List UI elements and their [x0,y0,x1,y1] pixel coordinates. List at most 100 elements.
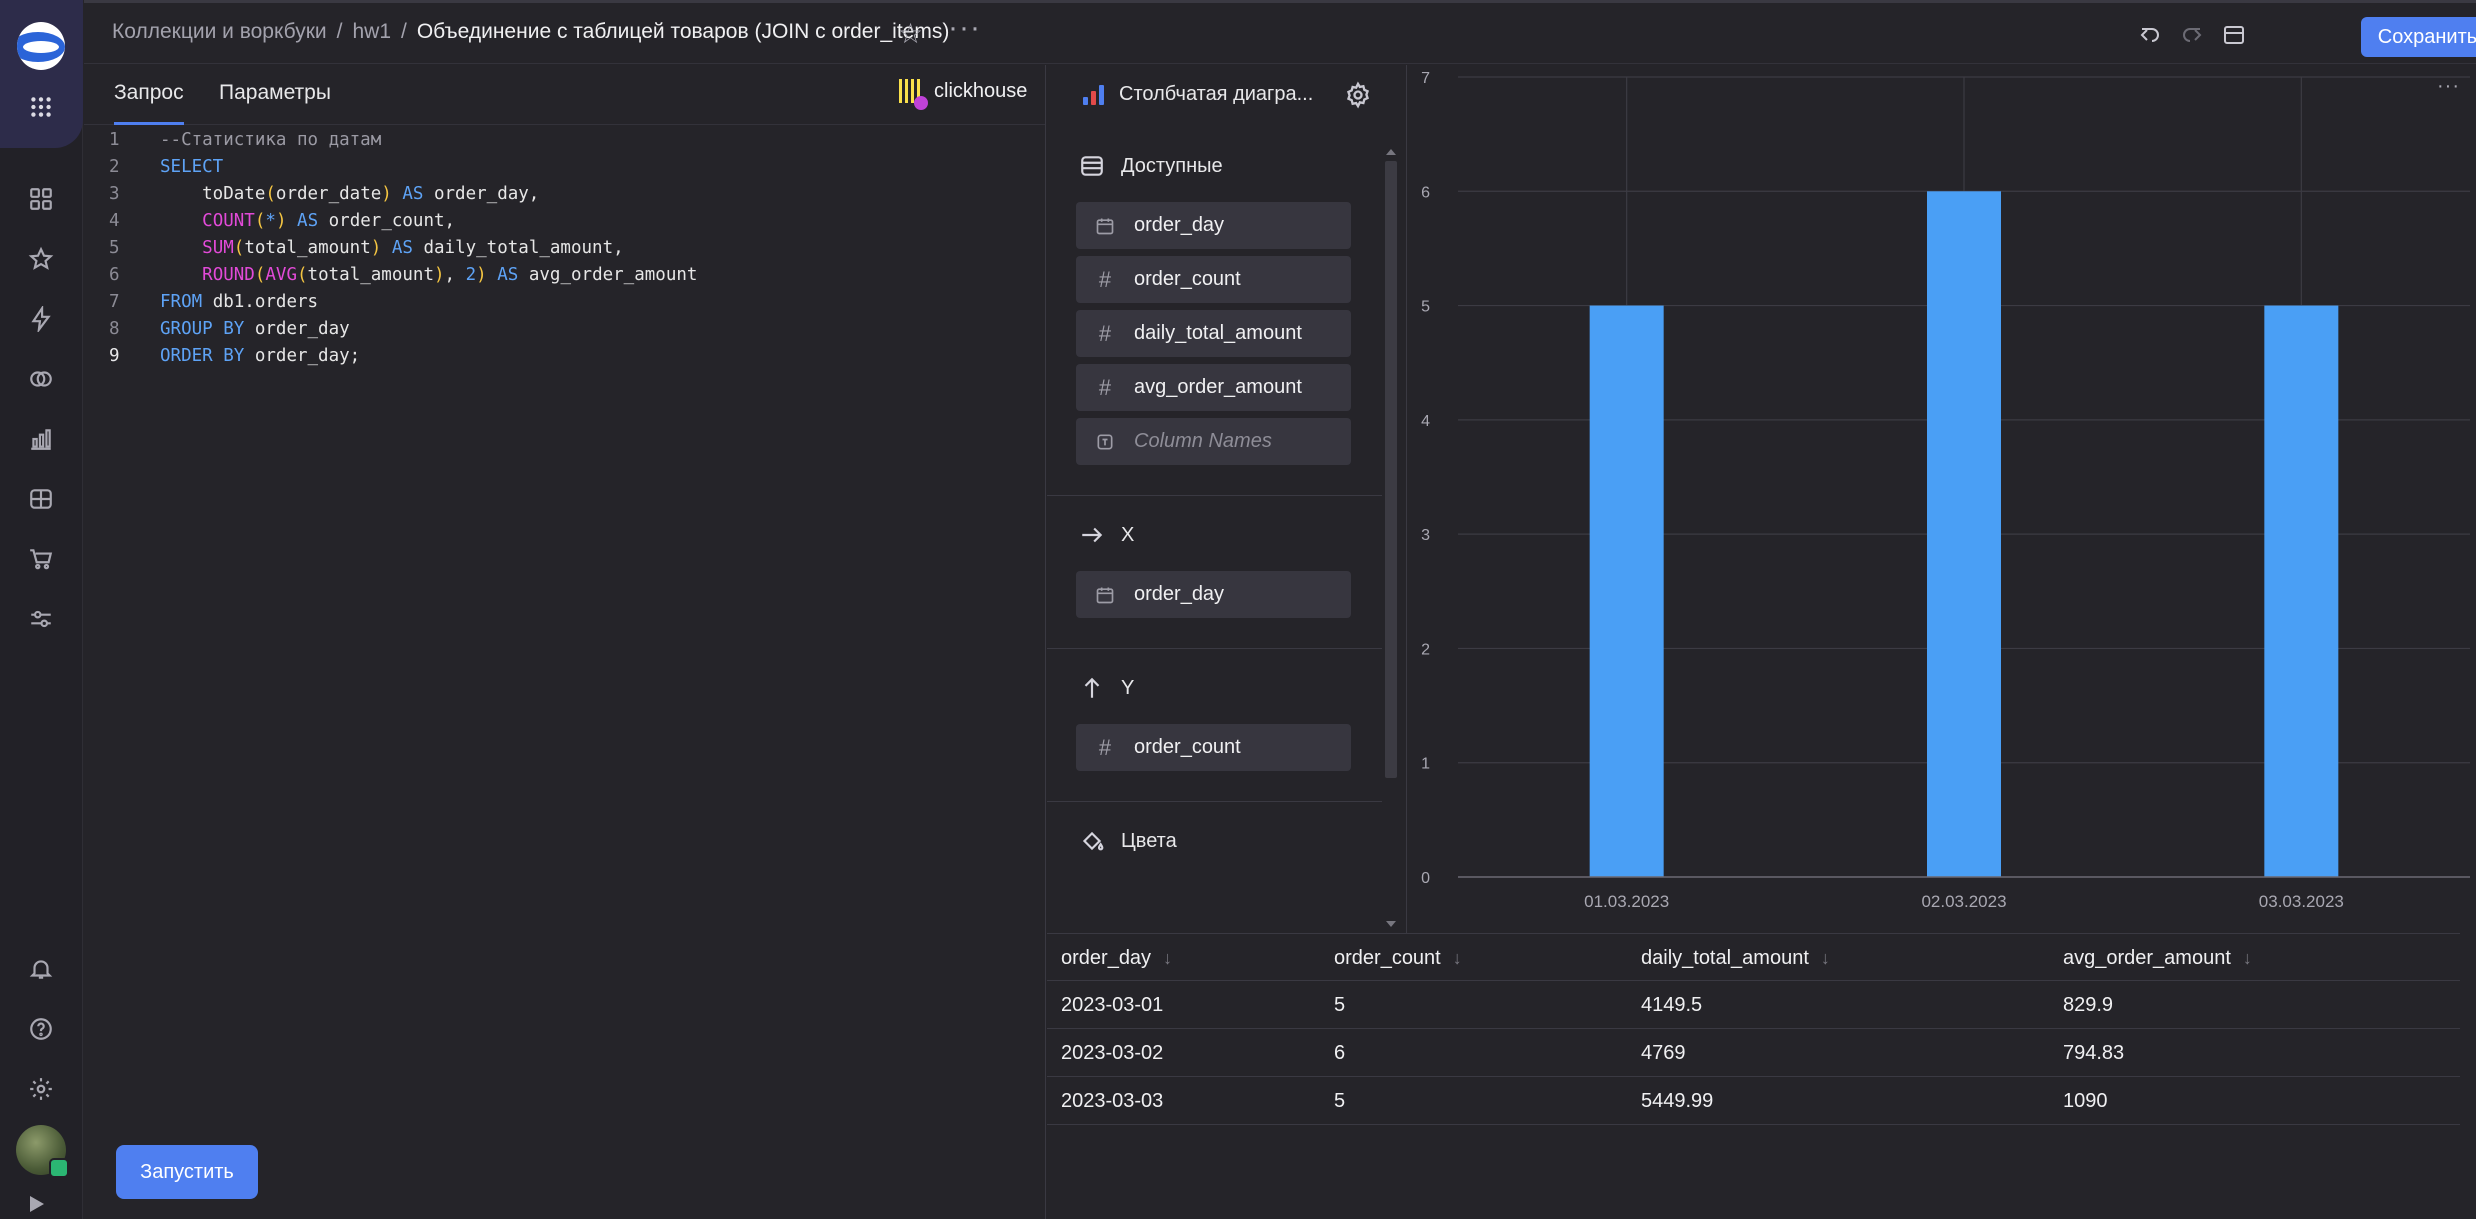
tab-query[interactable]: Запрос [114,81,184,125]
y-tick-label: 1 [1421,756,1430,773]
query-editor-panel: Запрос Параметры clickhouse 1 --Статистик… [84,65,1046,1219]
y-axis-section-title: Y [1079,675,1134,701]
breadcrumb-collections[interactable]: Коллекции и воркбуки [112,20,327,44]
charts-icon[interactable] [20,418,62,460]
chart-wizard-panel: Столбчатая диагра... Доступные order_day… [1047,65,1407,933]
section-divider [1047,495,1382,496]
table-row: 2023-03-03 5 5449.99 1090 [1047,1077,2460,1125]
tab-parameters[interactable]: Параметры [219,81,331,105]
apps-grid-icon[interactable] [20,86,62,128]
panel-toggle-icon[interactable] [2222,23,2246,47]
x-axis-field[interactable]: order_day [1076,571,1351,618]
field-daily-total-amount[interactable]: # daily_total_amount [1076,310,1351,357]
save-button[interactable]: Сохранить [2361,17,2476,57]
field-column-names[interactable]: Column Names [1076,418,1351,465]
y-tick-label: 4 [1421,413,1430,430]
collections-icon[interactable] [20,178,62,220]
connection-name[interactable]: clickhouse [934,80,1027,103]
redo-icon[interactable] [2180,23,2204,47]
section-divider [1047,648,1382,649]
colors-section-title[interactable]: Цвета [1079,828,1177,854]
page-title: Объединение с таблицей товаров (JOIN с o… [416,20,950,43]
hash-icon: # [1098,734,1112,760]
table-cell: 829.9 [2063,994,2114,1016]
database-icon [1081,156,1103,176]
field-avg-order-amount[interactable]: # avg_order_amount [1076,364,1351,411]
x-tick-label: 01.03.2023 [1584,892,1669,911]
undo-icon[interactable] [2138,23,2162,47]
chart-settings-gear-icon[interactable] [1344,81,1372,114]
sort-arrow-icon: ↓ [1163,948,1173,968]
sql-code-editor[interactable]: 1 --Статистика по датам 2 SELECT 3 toDate(… [84,127,1044,370]
breadcrumb: Коллекции и воркбуки / hw1 / Объединение… [112,20,949,44]
table-cell: 4769 [1641,1042,1686,1064]
notifications-bell-icon[interactable] [20,948,62,990]
arrow-right-icon [1082,527,1103,543]
section-divider [1047,801,1382,802]
code-line: 6 ROUND(AVG(total_amount), 2) AS avg_ord… [109,265,698,285]
y-tick-label: 5 [1421,299,1430,316]
hash-icon: # [1098,320,1112,346]
table-cell: 5449.99 [1641,1090,1714,1112]
settings-gear-icon[interactable] [20,1068,62,1110]
sort-arrow-icon: ↓ [1820,948,1830,968]
chart-type-selector[interactable]: Столбчатая диагра... [1083,83,1313,106]
bar-chart: 0 1 2 3 4 5 6 7 01.03.2023 02.03.2023 03.03.2023 [1421,70,2470,911]
table-cell: 2023-03-02 [1061,1042,1164,1064]
settings-sliders-icon[interactable] [20,598,62,640]
field-order-count[interactable]: # order_count [1076,256,1351,303]
avatar-status-badge [49,1158,69,1178]
table-cell: 4149.5 [1641,994,1703,1016]
paint-bucket-icon [1082,831,1104,851]
y-tick-label: 2 [1421,641,1430,658]
left-navigation-rail [0,0,83,1219]
more-options-icon[interactable]: ··· [948,11,981,45]
arrow-up-icon [1084,677,1100,698]
datasets-icon[interactable] [20,358,62,400]
help-icon[interactable] [20,1008,62,1050]
marketplace-cart-icon[interactable] [20,538,62,580]
bar [1589,305,1664,877]
column-header-daily-total-amount[interactable]: daily_total_amount ↓ [1641,947,1830,970]
expand-rail-icon[interactable] [30,1196,44,1212]
column-header-order-day[interactable]: order_day ↓ [1061,947,1172,970]
editor-tabs: Запрос Параметры clickhouse [84,65,1045,125]
available-section-title: Доступные [1079,153,1223,179]
field-order-day[interactable]: order_day [1076,202,1351,249]
x-tick-label: 02.03.2023 [1921,892,2006,911]
y-tick-label: 3 [1421,527,1430,544]
table-row: 2023-03-01 5 4149.5 829.9 [1047,981,2460,1029]
y-tick-label: 0 [1421,870,1430,887]
x-axis-section-title: X [1079,522,1134,548]
connections-bolt-icon[interactable] [20,298,62,340]
x-tick-label: 03.03.2023 [2259,892,2344,911]
table-header-row: order_day ↓ order_count ↓ daily_total_amou… [1047,933,2460,981]
favorite-star-icon[interactable]: ☆ [898,17,923,50]
dashboards-icon[interactable] [20,478,62,520]
code-line: 8 GROUP BY order_day [109,319,350,339]
table-cell: 5 [1334,1090,1346,1112]
breadcrumb-workbook[interactable]: hw1 [352,20,391,44]
chart-more-options-icon[interactable]: ··· [2437,75,2460,98]
code-line: 3 toDate(order_date) AS order_day, [109,184,540,204]
results-table: order_day ↓ order_count ↓ daily_total_amou… [1047,933,2460,1125]
code-line: 4 COUNT(*) AS order_count, [109,211,456,231]
code-line: 9 ORDER BY order_day; [109,346,361,366]
column-header-avg-order-amount[interactable]: avg_order_amount ↓ [2063,947,2252,970]
table-cell: 5 [1334,994,1346,1016]
y-tick-label: 7 [1421,70,1430,87]
sort-arrow-icon: ↓ [2242,948,2252,968]
table-cell: 1090 [2063,1090,2108,1112]
run-query-button[interactable]: Запустить [116,1145,258,1199]
hash-icon: # [1098,266,1112,292]
bar-chart-icon [1083,84,1105,105]
wizard-scrollbar[interactable] [1383,149,1399,927]
app-logo[interactable] [17,22,65,70]
column-header-order-count[interactable]: order_count ↓ [1334,947,1462,970]
table-cell: 794.83 [2063,1042,2125,1064]
y-axis-field[interactable]: # order_count [1076,724,1351,771]
favorites-star-icon[interactable] [20,238,62,280]
y-tick-label: 6 [1421,184,1430,201]
code-line: 1 --Статистика по датам [109,130,382,150]
sort-arrow-icon: ↓ [1452,948,1462,968]
